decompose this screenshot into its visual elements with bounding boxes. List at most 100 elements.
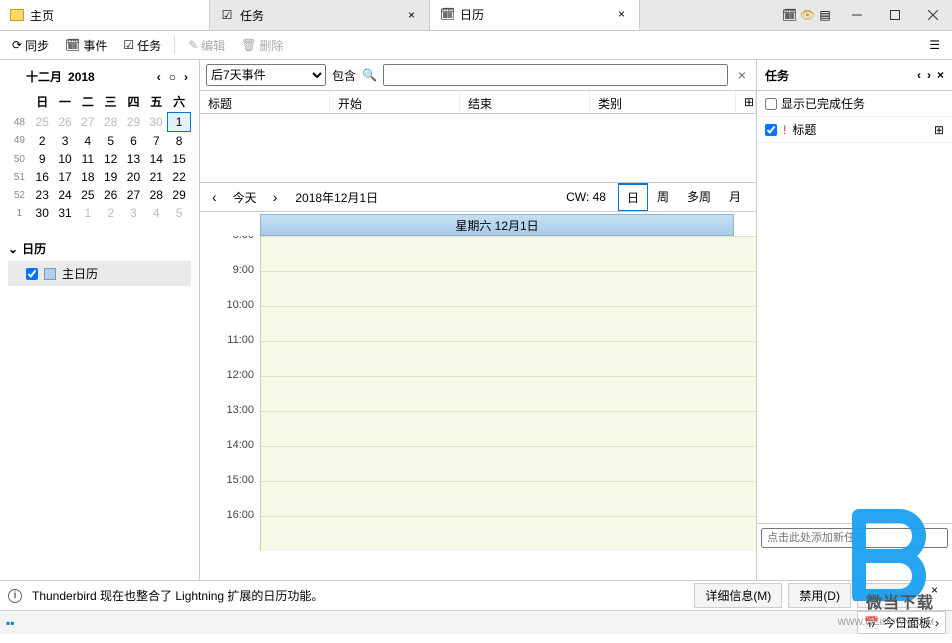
- eye-icon[interactable]: 👁: [800, 8, 814, 22]
- disable-button[interactable]: 禁用(D): [788, 583, 851, 608]
- col-start[interactable]: 开始: [330, 91, 460, 113]
- hour-cell[interactable]: [260, 271, 756, 306]
- hour-row[interactable]: 16:00: [206, 516, 756, 551]
- mini-cal-day[interactable]: 2: [31, 132, 54, 151]
- mini-cal-day[interactable]: 27: [122, 186, 145, 204]
- hour-cell[interactable]: [260, 516, 756, 551]
- mini-cal-day[interactable]: 3: [122, 204, 145, 222]
- mini-cal-day[interactable]: 20: [122, 168, 145, 186]
- priority-icon[interactable]: !: [783, 123, 786, 137]
- hour-row[interactable]: 10:00: [206, 306, 756, 341]
- hour-row[interactable]: 8:00: [206, 236, 756, 271]
- today-panel-button[interactable]: 📅 今日面板 ›: [857, 611, 946, 634]
- mini-cal-day[interactable]: 15: [168, 150, 191, 168]
- hour-row[interactable]: 13:00: [206, 411, 756, 446]
- hour-row[interactable]: 14:00: [206, 446, 756, 481]
- mini-cal-day[interactable]: 13: [122, 150, 145, 168]
- tab-home[interactable]: 主页: [0, 0, 210, 30]
- hour-cell[interactable]: [260, 306, 756, 341]
- col-title[interactable]: 标题: [200, 91, 330, 113]
- hour-cell[interactable]: [260, 236, 756, 271]
- mini-cal-day[interactable]: 3: [54, 132, 77, 151]
- mini-cal-day[interactable]: 1: [76, 204, 99, 222]
- hour-cell[interactable]: [260, 376, 756, 411]
- mini-cal-day[interactable]: 24: [54, 186, 77, 204]
- mini-cal-day[interactable]: 7: [145, 132, 168, 151]
- mini-cal-day[interactable]: 9: [31, 150, 54, 168]
- hour-row[interactable]: 15:00: [206, 481, 756, 516]
- show-done-checkbox[interactable]: [765, 98, 777, 110]
- col-end[interactable]: 结束: [460, 91, 590, 113]
- mini-cal-day[interactable]: 2: [99, 204, 122, 222]
- hour-cell[interactable]: [260, 411, 756, 446]
- hour-cell[interactable]: [260, 341, 756, 376]
- open-calendar-icon[interactable]: 🗓: [782, 8, 796, 22]
- mini-cal-day[interactable]: 30: [31, 204, 54, 222]
- today-button[interactable]: 今天: [227, 187, 263, 208]
- tasks-prev-button[interactable]: ‹: [917, 68, 921, 82]
- mini-cal-day[interactable]: 4: [76, 132, 99, 151]
- mini-cal-day[interactable]: 5: [168, 204, 191, 222]
- mini-cal-day[interactable]: 29: [168, 186, 191, 204]
- hour-cell[interactable]: [260, 446, 756, 481]
- close-button[interactable]: [914, 0, 952, 30]
- open-tasks-icon[interactable]: ▤: [818, 8, 832, 22]
- day-prev-button[interactable]: ‹: [206, 189, 223, 205]
- tasks-col-title[interactable]: 标题: [792, 121, 816, 138]
- mini-cal-day[interactable]: 6: [122, 132, 145, 151]
- day-next-button[interactable]: ›: [267, 189, 284, 205]
- mini-cal-day[interactable]: 27: [76, 113, 99, 132]
- tab-tasks[interactable]: ☑ 任务 ×: [210, 0, 430, 30]
- keep-button[interactable]: 保留(K): [857, 583, 919, 608]
- mini-calendar[interactable]: 日一二三四五六482526272829301492345678509101112…: [8, 91, 191, 222]
- view-day[interactable]: 日: [618, 183, 648, 211]
- hour-row[interactable]: 9:00: [206, 271, 756, 306]
- range-select[interactable]: 后7天事件: [206, 64, 326, 86]
- task-button[interactable]: ☑任务: [117, 34, 167, 57]
- mini-cal-day[interactable]: 5: [99, 132, 122, 151]
- mini-cal-day[interactable]: 10: [54, 150, 77, 168]
- maximize-button[interactable]: [876, 0, 914, 30]
- mini-cal-day[interactable]: 30: [145, 113, 168, 132]
- calendar-list-item[interactable]: 主日历: [8, 261, 191, 286]
- mini-cal-prev[interactable]: ‹: [154, 70, 164, 84]
- search-input[interactable]: [383, 64, 728, 86]
- mini-cal-day[interactable]: 14: [145, 150, 168, 168]
- mini-cal-day[interactable]: 26: [54, 113, 77, 132]
- mini-cal-day[interactable]: 22: [168, 168, 191, 186]
- view-week[interactable]: 周: [648, 183, 678, 211]
- view-month[interactable]: 月: [720, 183, 750, 211]
- menu-button[interactable]: ☰: [923, 35, 946, 55]
- mini-cal-day[interactable]: 25: [31, 113, 54, 132]
- details-button[interactable]: 详细信息(M): [694, 583, 782, 608]
- mini-cal-day[interactable]: 28: [99, 113, 122, 132]
- tasks-close-button[interactable]: ×: [937, 68, 944, 82]
- mini-cal-day[interactable]: 28: [145, 186, 168, 204]
- col-category[interactable]: 类别: [590, 91, 736, 113]
- mini-cal-day[interactable]: 18: [76, 168, 99, 186]
- mini-cal-day[interactable]: 25: [76, 186, 99, 204]
- mini-cal-day[interactable]: 12: [99, 150, 122, 168]
- hour-cell[interactable]: [260, 481, 756, 516]
- mini-cal-day[interactable]: 21: [145, 168, 168, 186]
- info-close-button[interactable]: ×: [925, 583, 944, 608]
- minimize-button[interactable]: [838, 0, 876, 30]
- view-multi[interactable]: 多周: [678, 183, 720, 211]
- mini-cal-day[interactable]: 17: [54, 168, 77, 186]
- tab-calendar[interactable]: 🗓 日历 ×: [430, 0, 640, 30]
- tasks-next-button[interactable]: ›: [927, 68, 931, 82]
- mini-cal-day[interactable]: 8: [168, 132, 191, 151]
- hour-row[interactable]: 12:00: [206, 376, 756, 411]
- calendar-list-header[interactable]: ⌄ 日历: [8, 240, 191, 257]
- tasks-col-checkbox[interactable]: [765, 124, 777, 136]
- calendar-item-checkbox[interactable]: [26, 268, 38, 280]
- mini-cal-day[interactable]: 31: [54, 204, 77, 222]
- mini-cal-day[interactable]: 29: [122, 113, 145, 132]
- new-task-input[interactable]: [761, 528, 948, 548]
- tab-calendar-close[interactable]: ×: [614, 7, 629, 21]
- mini-cal-day[interactable]: 23: [31, 186, 54, 204]
- mini-cal-today[interactable]: ○: [166, 70, 179, 84]
- tab-tasks-close[interactable]: ×: [404, 8, 419, 22]
- filter-close-button[interactable]: ×: [734, 67, 750, 83]
- mini-cal-day[interactable]: 16: [31, 168, 54, 186]
